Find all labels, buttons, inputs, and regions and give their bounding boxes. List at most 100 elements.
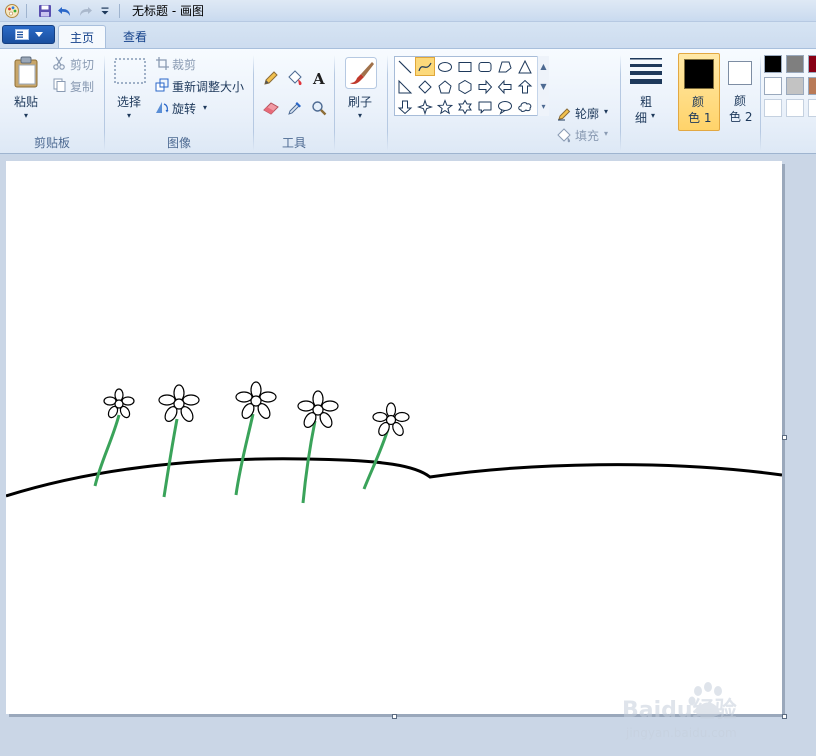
palette-swatch[interactable] — [808, 77, 816, 95]
eraser-icon[interactable] — [260, 97, 282, 119]
customize-quick-access-icon[interactable] — [97, 3, 113, 19]
canvas-resize-handle-right[interactable] — [782, 435, 787, 440]
canvas-workspace[interactable]: Baidu经验 jingyan.baidu.com — [0, 155, 816, 756]
gallery-expand-icon[interactable]: ▾ — [541, 102, 545, 111]
group-separator — [760, 55, 761, 151]
brushes-dropdown-caret[interactable]: ▾ — [358, 111, 362, 120]
fill-button[interactable]: 填充 — [575, 127, 599, 144]
curve-shape-icon[interactable] — [415, 57, 435, 76]
color1-swatch — [684, 59, 714, 89]
canvas-resize-handle-bottom[interactable] — [392, 714, 397, 719]
cloud-callout-shape-icon[interactable] — [515, 97, 535, 116]
save-icon[interactable] — [37, 3, 53, 19]
text-tool-icon[interactable]: A — [308, 67, 330, 89]
palette-swatch[interactable] — [764, 77, 782, 95]
outline-icon — [556, 105, 572, 121]
flower-stem-drawing — [362, 428, 390, 490]
flower-head-drawing — [372, 402, 410, 437]
color1-label-line2: 色 1 — [688, 111, 712, 125]
brushes-group: 刷子 ▾ — [335, 49, 387, 153]
line-shape-icon[interactable] — [395, 57, 415, 76]
line-size-icon[interactable] — [628, 55, 664, 85]
clipboard-group-label: 剪贴板 — [33, 136, 70, 150]
scroll-up-icon[interactable]: ▲ — [540, 62, 546, 71]
rotate-button[interactable]: 旋转 — [172, 100, 196, 117]
palette-swatch[interactable] — [808, 99, 816, 117]
select-dropdown-caret[interactable]: ▾ — [127, 111, 131, 120]
resize-button[interactable]: 重新调整大小 — [172, 78, 244, 95]
color2-label-line1[interactable]: 颜 — [734, 92, 746, 109]
palette-swatch[interactable] — [764, 55, 782, 73]
select-icon[interactable] — [114, 58, 146, 84]
scroll-down-icon[interactable]: ▼ — [540, 82, 546, 91]
fill-dropdown-caret[interactable]: ▾ — [604, 129, 608, 138]
clipboard-group: 粘贴 ▾ 剪切 复制 剪贴板 — [0, 49, 104, 153]
tools-group: A 工具 — [254, 49, 334, 153]
paste-button[interactable]: 粘贴 — [14, 93, 38, 110]
crop-icon — [155, 56, 169, 70]
redo-icon[interactable] — [77, 3, 93, 19]
size-label-line2[interactable]: 细 — [635, 109, 647, 126]
four-point-star-shape-icon[interactable] — [415, 97, 435, 116]
paint-menu-icon — [14, 29, 29, 40]
five-point-star-shape-icon[interactable] — [435, 97, 455, 116]
select-button[interactable]: 选择 — [117, 93, 141, 110]
brushes-icon[interactable] — [344, 56, 378, 90]
diamond-shape-icon[interactable] — [415, 77, 435, 96]
flower-head-drawing — [235, 381, 277, 419]
fill-bucket-icon[interactable] — [284, 67, 306, 89]
color2-swatch — [728, 61, 752, 85]
outline-dropdown-caret[interactable]: ▾ — [604, 107, 608, 116]
right-arrow-shape-icon[interactable] — [475, 77, 495, 96]
drawing-canvas[interactable] — [5, 161, 783, 714]
crop-button[interactable]: 裁剪 — [172, 56, 196, 73]
polygon-shape-icon[interactable] — [495, 57, 515, 76]
pencil-icon[interactable] — [260, 67, 282, 89]
palette-swatch[interactable] — [786, 55, 804, 73]
color2-button[interactable] — [724, 59, 756, 87]
oval-shape-icon[interactable] — [435, 57, 455, 76]
rectangle-shape-icon[interactable] — [455, 57, 475, 76]
cut-button[interactable]: 剪切 — [70, 56, 94, 73]
brushes-button[interactable]: 刷子 — [348, 93, 372, 110]
paint-menu-button[interactable] — [2, 25, 55, 44]
triangle-shape-icon[interactable] — [515, 57, 535, 76]
undo-icon[interactable] — [57, 3, 73, 19]
resize-icon — [155, 78, 169, 92]
tab-home[interactable]: 主页 — [58, 25, 106, 48]
rounded-callout-shape-icon[interactable] — [475, 97, 495, 116]
flower-head-drawing — [158, 384, 200, 422]
color2-label-line2[interactable]: 色 2 — [729, 108, 752, 125]
copy-button[interactable]: 复制 — [70, 78, 94, 95]
down-arrow-shape-icon[interactable] — [395, 97, 415, 116]
color-picker-icon[interactable] — [284, 97, 306, 119]
color1-button[interactable]: 颜 色 1 — [678, 53, 720, 131]
paint-app-icon[interactable] — [4, 3, 20, 19]
right-triangle-shape-icon[interactable] — [395, 77, 415, 96]
oval-callout-shape-icon[interactable] — [495, 97, 515, 116]
pentagon-shape-icon[interactable] — [435, 77, 455, 96]
tools-group-label: 工具 — [281, 136, 306, 150]
size-dropdown-caret[interactable]: ▾ — [651, 111, 655, 120]
magnifier-icon[interactable] — [308, 97, 330, 119]
rounded-rectangle-shape-icon[interactable] — [475, 57, 495, 76]
paste-icon[interactable] — [12, 55, 42, 89]
palette-swatch[interactable] — [808, 55, 816, 73]
outline-button[interactable]: 轮廓 — [575, 105, 599, 122]
ribbon-tab-row: 主页 查看 — [0, 22, 816, 48]
palette-swatch[interactable] — [764, 99, 782, 117]
left-arrow-shape-icon[interactable] — [495, 77, 515, 96]
six-point-star-shape-icon[interactable] — [455, 97, 475, 116]
up-arrow-shape-icon[interactable] — [515, 77, 535, 96]
palette-swatch[interactable] — [786, 99, 804, 117]
hexagon-shape-icon[interactable] — [455, 77, 475, 96]
palette-swatch[interactable] — [786, 77, 804, 95]
shapes-gallery-scrollbar[interactable]: ▲ ▼ ▾ — [537, 56, 549, 116]
flower-stem-drawing — [301, 420, 317, 504]
size-label-line1[interactable]: 粗 — [640, 93, 652, 110]
rotate-dropdown-caret[interactable]: ▾ — [203, 103, 207, 112]
cut-icon — [52, 56, 66, 70]
hill-curve-drawing — [5, 457, 783, 498]
tab-view[interactable]: 查看 — [110, 25, 160, 48]
paste-dropdown-caret[interactable]: ▾ — [24, 111, 28, 120]
